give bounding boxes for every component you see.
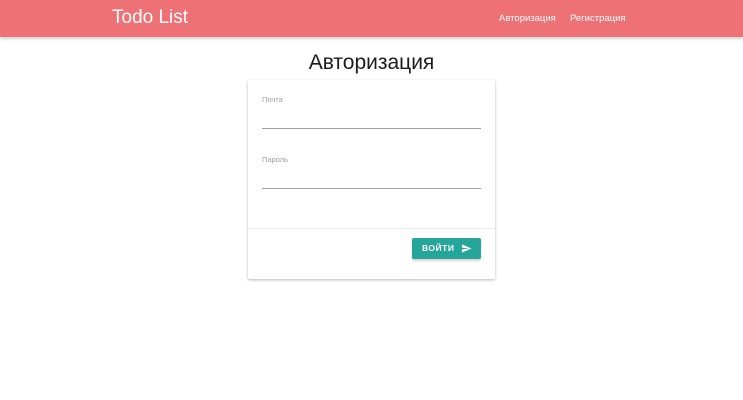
navbar: Todo List Авторизация Регистрация — [0, 0, 743, 37]
password-field-group: Пароль — [262, 155, 481, 189]
send-icon — [461, 244, 472, 253]
email-input[interactable] — [262, 105, 481, 129]
brand-logo[interactable]: Todo List — [112, 6, 188, 30]
password-label: Пароль — [262, 155, 289, 164]
nav-link-register[interactable]: Регистрация — [570, 13, 626, 25]
email-field-group: Почта — [262, 95, 481, 129]
login-card: Почта Пароль Войти — [248, 80, 495, 279]
submit-button-label: Войти — [422, 243, 455, 253]
login-submit-button[interactable]: Войти — [412, 238, 481, 259]
nav-link-login[interactable]: Авторизация — [499, 13, 556, 25]
email-label: Почта — [262, 95, 283, 104]
password-input[interactable] — [262, 165, 481, 189]
card-divider — [248, 228, 495, 229]
page-title: Авторизация — [308, 51, 435, 74]
